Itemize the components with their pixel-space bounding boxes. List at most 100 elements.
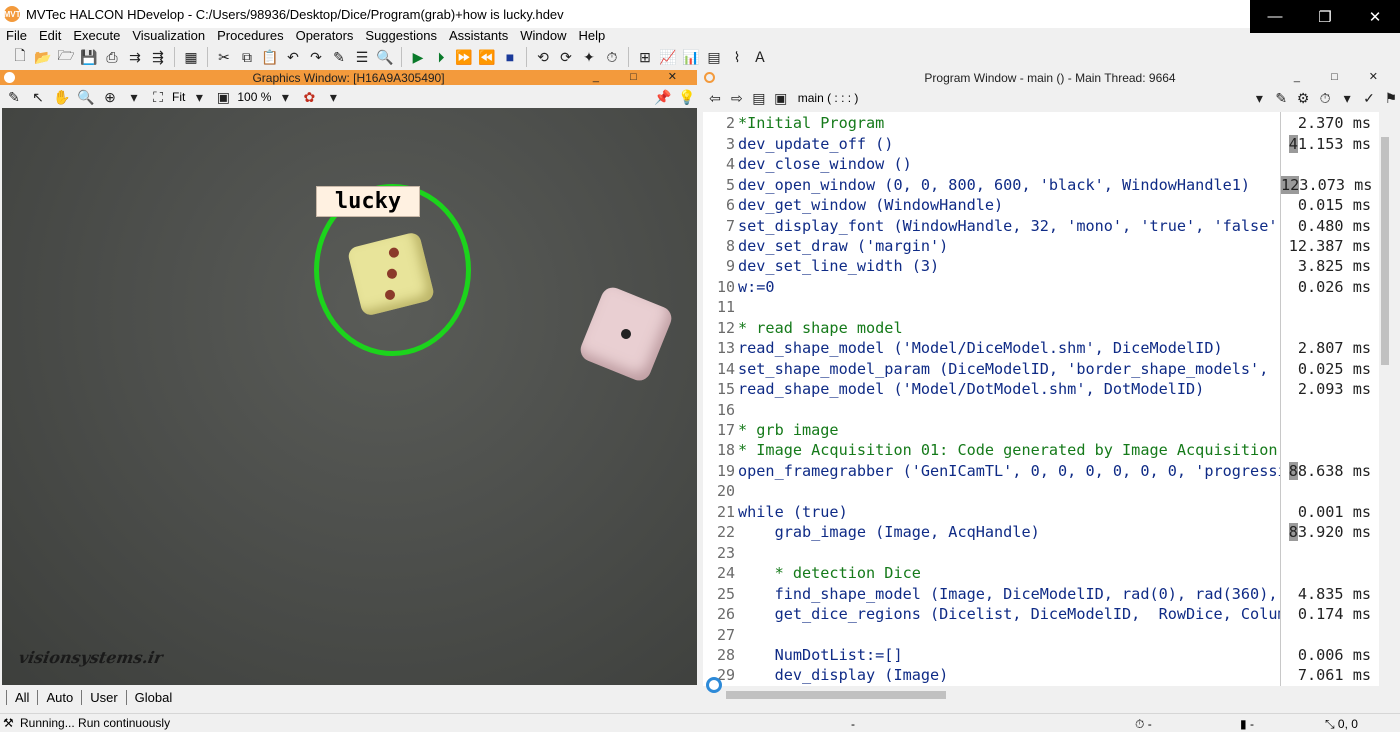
code-line[interactable]: 2 *Initial Program 2.370 ms [703, 113, 1379, 134]
copy-icon[interactable]: ⧉ [237, 47, 257, 67]
code-line[interactable]: 9 dev_set_line_width (3) 3.825 ms [703, 256, 1379, 277]
tab-auto[interactable]: Auto [37, 689, 81, 705]
stop-icon[interactable]: ■ [500, 47, 520, 67]
zoom-percent-select[interactable]: 100 % [237, 90, 271, 104]
graphics-window-controls[interactable]: _ □ ✕ [593, 70, 691, 83]
chevron-down-icon[interactable]: ▾ [275, 87, 295, 107]
procedure-tools-icon[interactable]: ⚙ [1294, 88, 1312, 108]
menu-edit[interactable]: Edit [33, 28, 67, 43]
horizontal-scroll-thumb[interactable] [726, 691, 946, 699]
hand-icon[interactable]: ✋ [52, 87, 72, 107]
chevron-down-icon[interactable]: ▾ [1250, 88, 1268, 108]
chevron-down-icon[interactable]: ▾ [1338, 88, 1356, 108]
import-icon[interactable]: ⇉ [125, 47, 145, 67]
code-line[interactable]: 10 w:=0 0.026 ms [703, 277, 1379, 298]
menu-operators[interactable]: Operators [290, 28, 360, 43]
procedure-edit-icon[interactable]: ✎ [1272, 88, 1290, 108]
step-out-icon[interactable]: ⏪ [477, 47, 497, 67]
chevron-down-icon[interactable]: ▾ [124, 87, 144, 107]
line-profile-icon[interactable]: ⌇ [727, 47, 747, 67]
code-line[interactable]: 28 NumDotList:=[] 0.006 ms [703, 645, 1379, 666]
tab-user[interactable]: User [81, 689, 125, 705]
pointer-icon[interactable]: ↖ [28, 87, 48, 107]
code-line[interactable]: 29 dev_display (Image) 7.061 ms [703, 665, 1379, 686]
print-icon[interactable]: ⎙ [102, 47, 122, 67]
step-into-icon[interactable]: ⏩ [454, 47, 474, 67]
code-line[interactable]: 12 * read shape model [703, 318, 1379, 339]
code-line[interactable]: 15 read_shape_model ('Model/DotModel.shm'… [703, 379, 1379, 400]
graphics-canvas[interactable]: lucky visionsystems.ir [2, 108, 697, 685]
gray-histogram-icon[interactable]: 📈 [658, 47, 678, 67]
fit-icon[interactable]: ⛶ [148, 87, 168, 107]
open-recent-icon[interactable]: 🗁 [56, 47, 76, 67]
tab-all[interactable]: All [6, 689, 37, 705]
reset-program-icon[interactable]: ⟲ [533, 47, 553, 67]
edit-icon[interactable]: ✎ [329, 47, 349, 67]
paint-icon[interactable]: ✿ [299, 87, 319, 107]
zoom-window-icon[interactable]: ⊞ [635, 47, 655, 67]
library-icon[interactable]: ▦ [181, 47, 201, 67]
code-line[interactable]: 4 dev_close_window () [703, 154, 1379, 175]
run-icon[interactable]: ▶ [408, 47, 428, 67]
feature-histogram-icon[interactable]: 📊 [681, 47, 701, 67]
zoom-in-icon[interactable]: ⊕ [100, 87, 120, 107]
code-line[interactable]: 26 get_dice_regions (Dicelist, DiceModel… [703, 604, 1379, 625]
vertical-scroll-thumb[interactable] [1381, 137, 1389, 365]
menu-visualization[interactable]: Visualization [126, 28, 211, 43]
back-icon[interactable]: ⇦ [706, 88, 724, 108]
program-listing[interactable]: 2 *Initial Program 2.370 ms 3 dev_update_off… [703, 112, 1379, 686]
menu-execute[interactable]: Execute [67, 28, 126, 43]
undo-icon[interactable]: ↶ [283, 47, 303, 67]
code-line[interactable]: 14 set_shape_model_param (DiceModelID, 'b… [703, 358, 1379, 379]
feature-inspection-icon[interactable]: ▤ [704, 47, 724, 67]
cut-icon[interactable]: ✂ [214, 47, 234, 67]
tab-global[interactable]: Global [125, 689, 181, 705]
code-line[interactable]: 18 * Image Acquisition 01: Code generated… [703, 440, 1379, 461]
menu-procedures[interactable]: Procedures [211, 28, 289, 43]
redo-icon[interactable]: ↷ [306, 47, 326, 67]
procedure-select[interactable]: main ( : : : ) [798, 91, 1247, 105]
profiler-icon[interactable]: ⏱ [1316, 88, 1334, 108]
wand-icon[interactable]: ✦ [579, 47, 599, 67]
code-line[interactable]: 13 read_shape_model ('Model/DiceModel.shm… [703, 338, 1379, 359]
new-file-icon[interactable]: 🗋 [10, 47, 30, 67]
reset-procedure-icon[interactable]: ⟳ [556, 47, 576, 67]
menu-assistants[interactable]: Assistants [443, 28, 514, 43]
code-line[interactable]: 20 [703, 481, 1379, 502]
procedure-list-icon[interactable]: ▤ [750, 88, 768, 108]
zoom-fit-select[interactable]: Fit [172, 90, 185, 104]
menu-file[interactable]: File [0, 28, 33, 43]
step-over-icon[interactable]: ⏵ [431, 47, 451, 67]
menu-suggestions[interactable]: Suggestions [359, 28, 443, 43]
save-icon[interactable]: 💾 [79, 47, 99, 67]
code-line[interactable]: 24 * detection Dice [703, 563, 1379, 584]
code-line[interactable]: 5 dev_open_window (0, 0, 800, 600, 'black… [703, 174, 1379, 195]
procedure-icon[interactable]: ▣ [772, 88, 790, 108]
open-file-icon[interactable]: 📂 [33, 47, 53, 67]
menu-window[interactable]: Window [514, 28, 572, 43]
forward-icon[interactable]: ⇨ [728, 88, 746, 108]
code-line[interactable]: 17 * grb image [703, 420, 1379, 441]
chevron-down-icon[interactable]: ▾ [189, 87, 209, 107]
settings-icon[interactable]: ⚑ [1382, 88, 1400, 108]
code-line[interactable]: 7 set_display_font (WindowHandle, 32, 'mo… [703, 215, 1379, 236]
code-line[interactable]: 16 [703, 399, 1379, 420]
find-icon[interactable]: 🔍 [375, 47, 395, 67]
zoom-icon[interactable]: 🔍 [76, 87, 96, 107]
code-line[interactable]: 27 [703, 624, 1379, 645]
code-line[interactable]: 22 grab_image (Image, AcqHandle) 83.920 m… [703, 522, 1379, 543]
chevron-down-icon[interactable]: ▾ [323, 87, 343, 107]
paste-icon[interactable]: 📋 [260, 47, 280, 67]
code-line[interactable]: 23 [703, 542, 1379, 563]
code-line[interactable]: 19 open_framegrabber ('GenICamTL', 0, 0, … [703, 461, 1379, 482]
code-line[interactable]: 25 find_shape_model (Image, DiceModelID,… [703, 583, 1379, 604]
profiler-icon[interactable]: ⏱ [602, 47, 622, 67]
ocr-icon[interactable]: Ａ [750, 47, 770, 67]
program-window-controls[interactable]: _ □ ✕ [1294, 70, 1392, 83]
code-line[interactable]: 21 while (true) 0.001 ms [703, 502, 1379, 523]
code-line[interactable]: 11 [703, 297, 1379, 318]
export-icon[interactable]: ⇶ [148, 47, 168, 67]
toggle-icon[interactable]: ✓ [1360, 88, 1378, 108]
pencil-icon[interactable]: ✎ [4, 87, 24, 107]
lightbulb-icon[interactable]: 💡 [677, 87, 697, 107]
